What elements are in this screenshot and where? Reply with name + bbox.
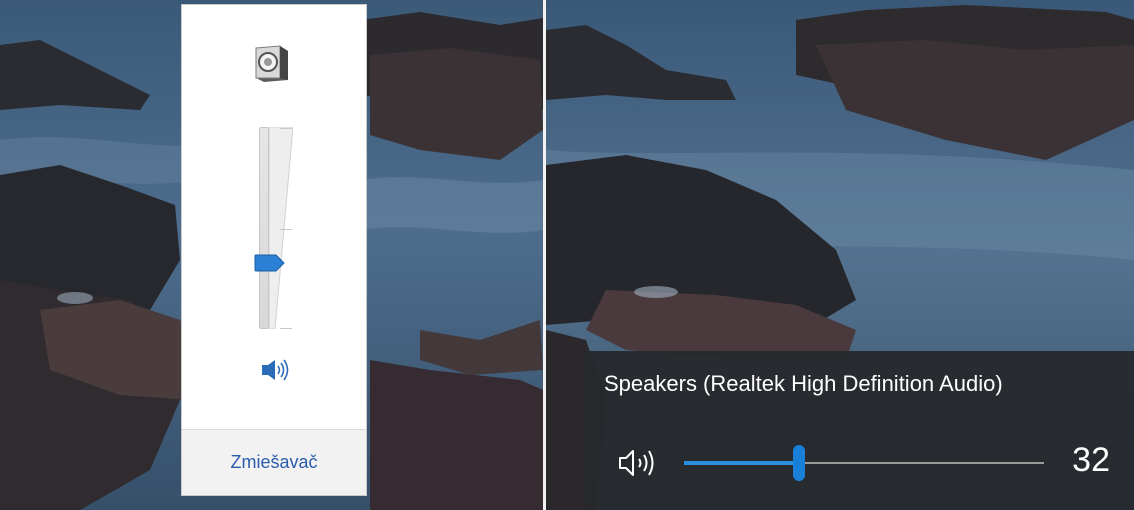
volume-tick [280,229,292,230]
volume-level: 32 [1072,441,1110,479]
volume-tick [280,128,292,129]
mixer-link[interactable]: Zmiešavač [230,452,317,473]
volume-slider-thumb[interactable] [254,253,286,273]
speaker-volume-icon[interactable] [616,446,660,480]
volume-flyout-classic: Zmiešavač [181,4,367,496]
volume-slider-vertical[interactable] [254,125,294,331]
volume-slider-thumb[interactable] [793,445,806,481]
flyout-footer: Zmiešavač [182,429,366,495]
volume-track [259,127,269,329]
volume-fill [684,461,800,465]
speaker-device-icon[interactable] [252,42,292,86]
volume-flyout-modern: Speakers (Realtek High Definition Audio)… [584,351,1134,510]
right-desktop: Speakers (Realtek High Definition Audio)… [546,0,1134,510]
device-name[interactable]: Speakers (Realtek High Definition Audio) [604,371,1003,397]
volume-slider[interactable] [684,443,1044,483]
speaker-volume-icon[interactable] [260,357,290,383]
left-desktop: Zmiešavač [0,0,543,510]
volume-tick [280,328,292,329]
volume-wedge [269,127,293,329]
